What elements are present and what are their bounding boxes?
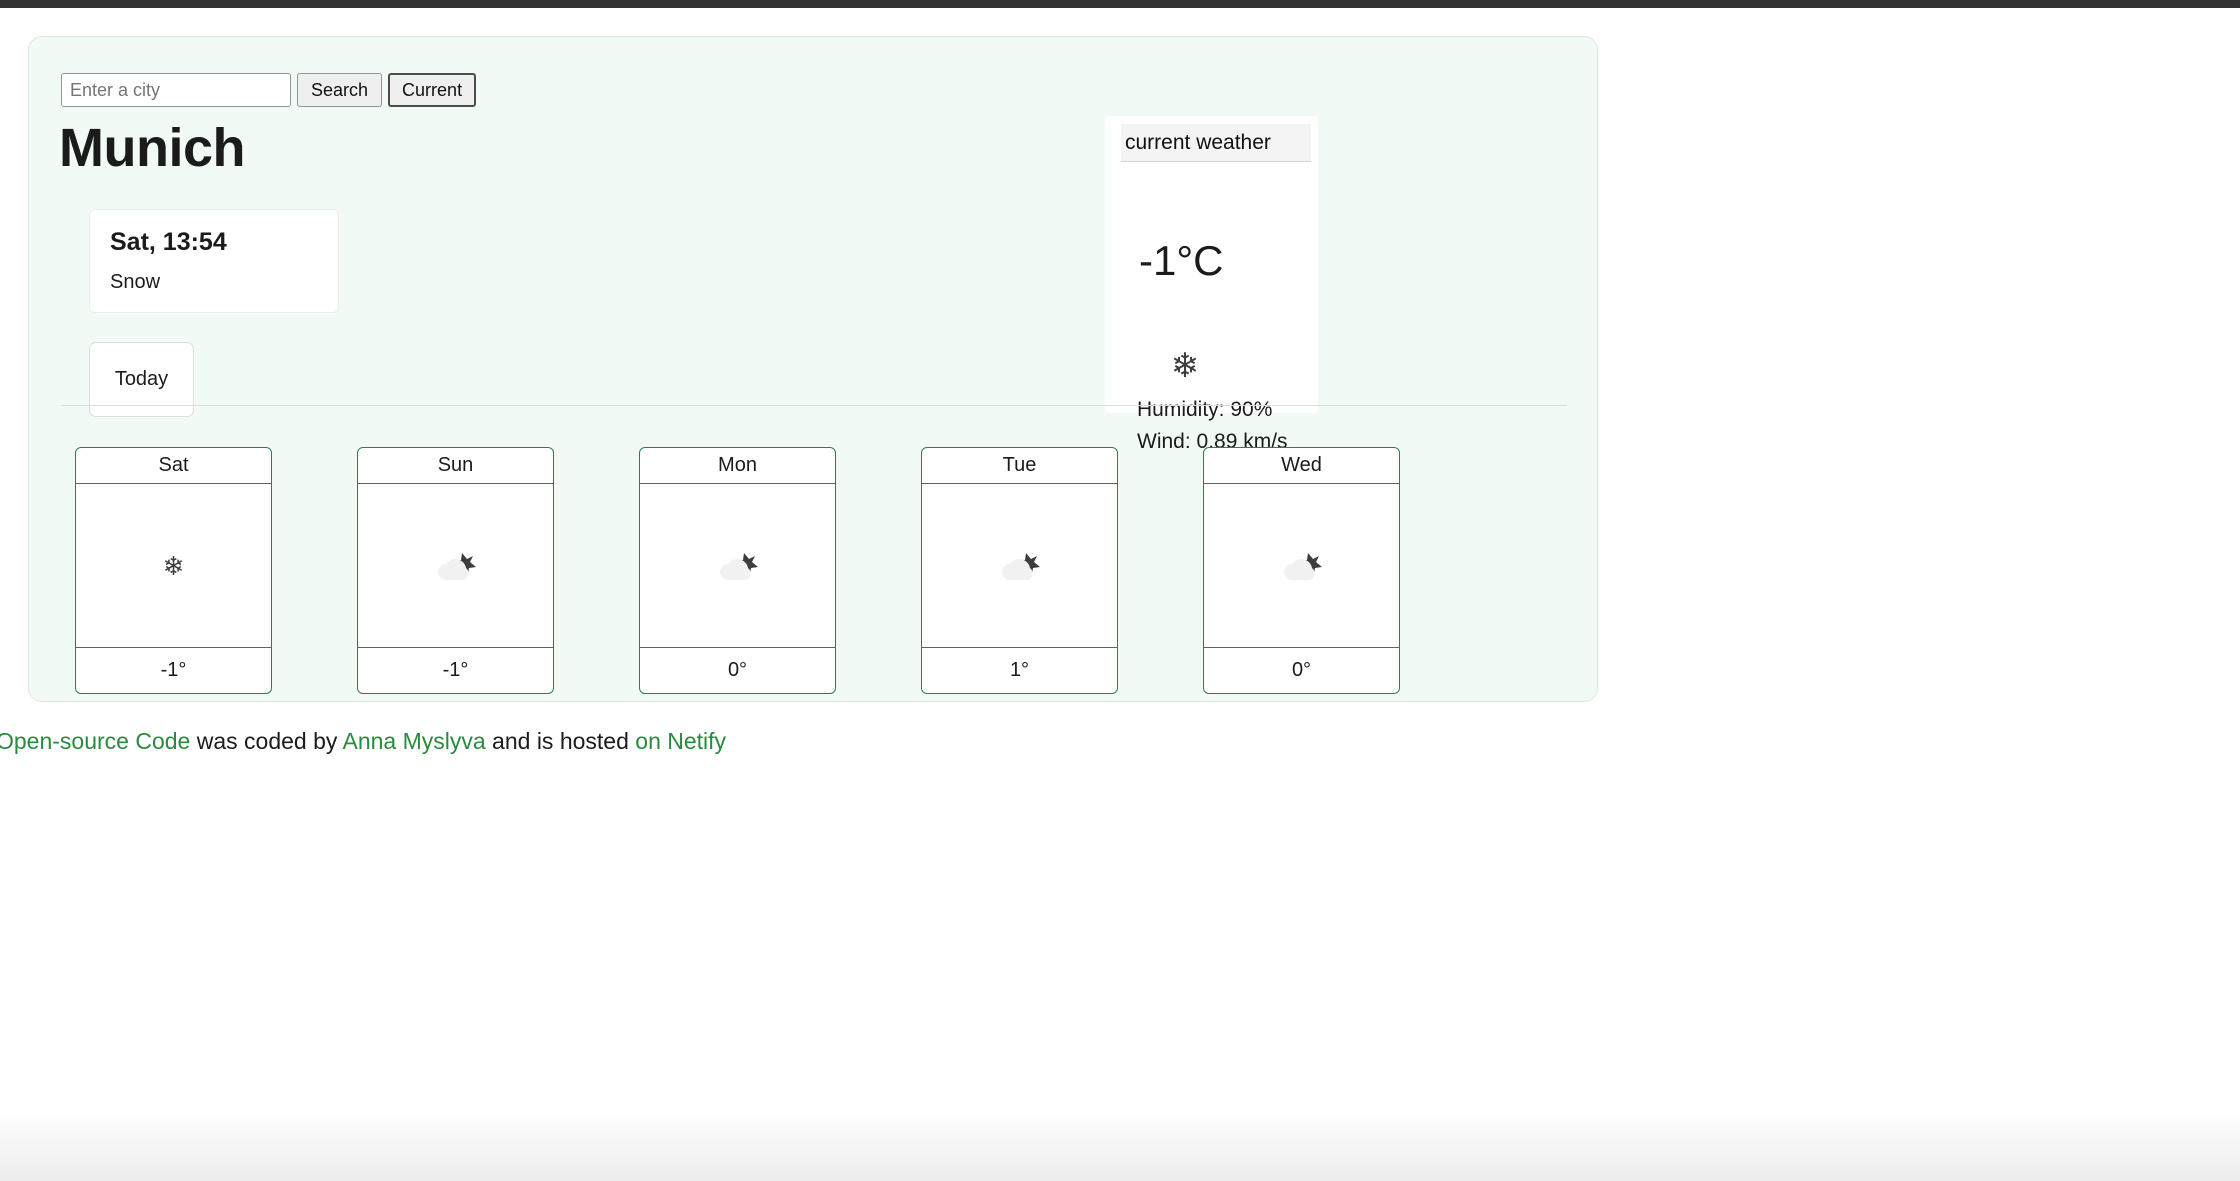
footer: Open-source Code was coded by Anna Mysly… [0,728,726,755]
cloud-snow-icon [358,484,553,648]
current-date-time: Sat, 13:54 [110,228,227,256]
cloud-snow-icon [1204,484,1399,648]
snowflake-icon: ❄ [1170,347,1200,385]
forecast-temperature: 1° [1009,659,1030,681]
forecast-row: Sat ❄ -1° Sun -1° Mon 0° Tue 1° Wed 0° [75,447,1575,694]
forecast-card[interactable]: Mon 0° [639,447,836,694]
today-summary-card: Sat, 13:54 Snow [89,209,339,313]
forecast-card[interactable]: Wed 0° [1203,447,1400,694]
cloud-snow-icon [922,484,1117,648]
forecast-day-label: Sat [76,448,271,484]
cloud-snow-icon [640,484,835,648]
host-link[interactable]: on Netify [635,728,726,754]
footer-text-1: was coded by [190,728,343,754]
forecast-temperature: 0° [727,659,748,681]
search-input[interactable] [61,73,291,107]
forecast-day-label: Tue [922,448,1117,484]
current-condition: Snow [110,271,161,293]
browser-top-chrome [0,0,2240,8]
search-row: Search Current [61,73,477,107]
forecast-temperature: 0° [1291,659,1312,681]
forecast-day-label: Sun [358,448,553,484]
bottom-fade [0,1111,2240,1181]
footer-text-2: and is hosted [485,728,636,754]
author-link[interactable]: Anna Myslyva [343,728,486,754]
current-location-button[interactable]: Current [388,73,477,107]
snowflake-icon: ❄ [76,484,271,648]
forecast-card[interactable]: Sat ❄ -1° [75,447,272,694]
current-weather-panel: current weather -1°C ❄ Humidity: 90% Win… [1105,116,1318,453]
current-temperature: -1°C [1139,237,1224,284]
forecast-card[interactable]: Tue 1° [921,447,1118,694]
forecast-day-label: Mon [640,448,835,484]
current-weather-title: current weather [1121,124,1311,162]
city-name: Munich [59,118,245,178]
section-divider [61,405,1567,406]
forecast-card[interactable]: Sun -1° [357,447,554,694]
forecast-temperature: -1° [160,659,187,681]
open-source-code-link[interactable]: Open-source Code [0,728,190,754]
weather-app-container: Search Current Munich Sat, 13:54 Snow To… [28,36,1598,702]
forecast-temperature: -1° [442,659,469,681]
humidity-value: Humidity: 90% [1137,398,1273,421]
forecast-day-label: Wed [1204,448,1399,484]
page-body: Search Current Munich Sat, 13:54 Snow To… [0,8,2240,1181]
search-button[interactable]: Search [297,73,383,107]
